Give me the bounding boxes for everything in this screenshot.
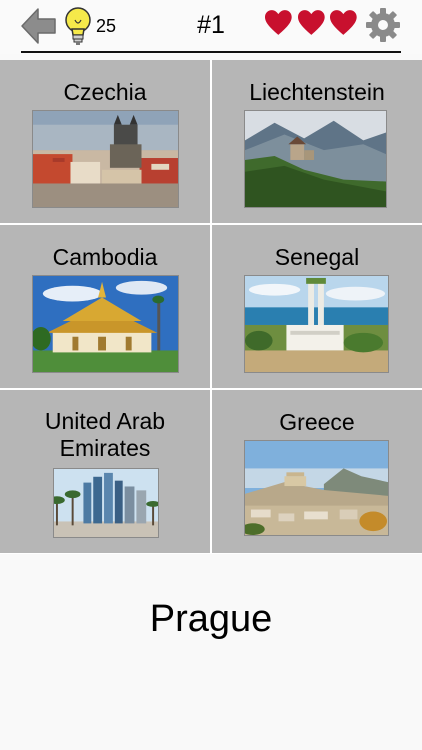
dakar-mosque-photo [244, 275, 389, 373]
heart-icon [330, 10, 358, 35]
option-label: Senegal [274, 244, 360, 270]
vaduz-castle-photo [244, 110, 387, 208]
abu-dhabi-skyline-photo [53, 468, 159, 538]
option-label: Liechtenstein [249, 79, 385, 105]
option-label: Czechia [63, 79, 147, 105]
option-label: Greece [279, 409, 355, 435]
option-liechtenstein[interactable]: Liechtenstein [212, 60, 422, 223]
heart-icon [297, 10, 325, 35]
option-label: Cambodia [52, 244, 158, 270]
header-divider [21, 51, 401, 53]
answer-options-grid: Czechia Liechtenstein Cambodia Senegal U… [0, 60, 422, 554]
heart-icon [264, 10, 292, 35]
option-label: United Arab Emirates [44, 408, 166, 461]
option-cambodia[interactable]: Cambodia [0, 225, 210, 388]
capital-question: Prague [149, 598, 273, 640]
cambodian-temple-photo [32, 275, 179, 373]
athens-acropolis-photo [244, 440, 389, 536]
prague-old-town-photo [32, 110, 179, 208]
question-number: #1 [197, 11, 225, 39]
lives-indicator [264, 9, 358, 41]
option-senegal[interactable]: Senegal [212, 225, 422, 388]
gear-icon[interactable] [365, 7, 401, 43]
option-united-arab-emirates[interactable]: United Arab Emirates [0, 390, 210, 553]
option-czechia[interactable]: Czechia [0, 60, 210, 223]
option-greece[interactable]: Greece [212, 390, 422, 553]
top-bar: 25 #1 [0, 0, 422, 54]
